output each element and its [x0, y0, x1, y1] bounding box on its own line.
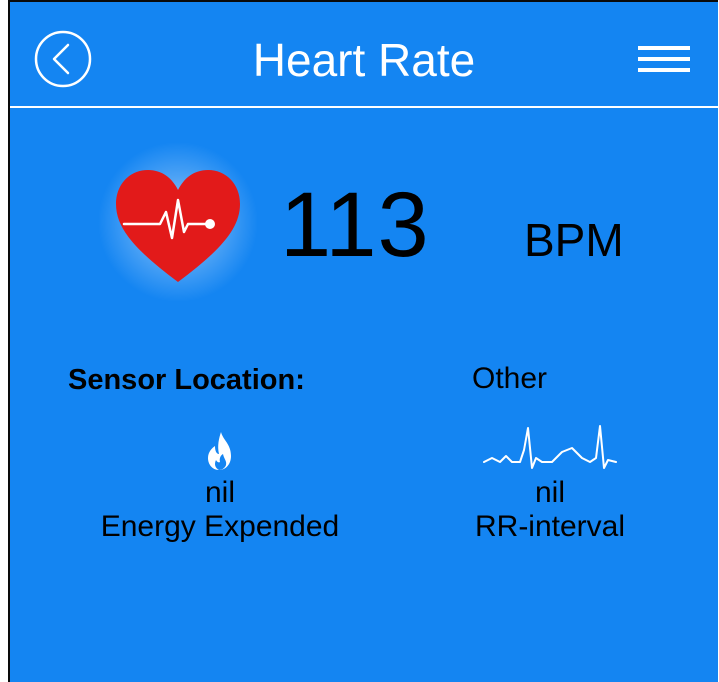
- sensor-location-label: Sensor Location:: [68, 364, 305, 396]
- heart-rate-unit: BPM: [524, 214, 624, 266]
- energy-expended-block: nil Energy Expended: [50, 422, 390, 544]
- hamburger-menu-icon: [638, 46, 690, 72]
- header-divider: [10, 106, 718, 108]
- energy-expended-label: Energy Expended: [100, 510, 340, 543]
- rr-interval-block: nil RR-interval: [420, 422, 680, 544]
- heart-rate-screen: Heart Rate 113 BPM Sensor Location: Othe…: [8, 0, 718, 682]
- rr-interval-label: RR-interval: [474, 510, 626, 543]
- flame-icon: [50, 422, 390, 472]
- heart-rate-value: 113: [280, 174, 430, 276]
- energy-expended-value: nil: [204, 476, 235, 509]
- heart-rate-icon: [98, 142, 258, 302]
- sensor-location-value: Other: [472, 362, 548, 395]
- rr-interval-value: nil: [534, 476, 565, 509]
- menu-button[interactable]: [638, 46, 690, 80]
- page-title: Heart Rate: [252, 34, 476, 86]
- ecg-wave-icon: [420, 422, 680, 472]
- header-bar: Heart Rate: [10, 2, 718, 108]
